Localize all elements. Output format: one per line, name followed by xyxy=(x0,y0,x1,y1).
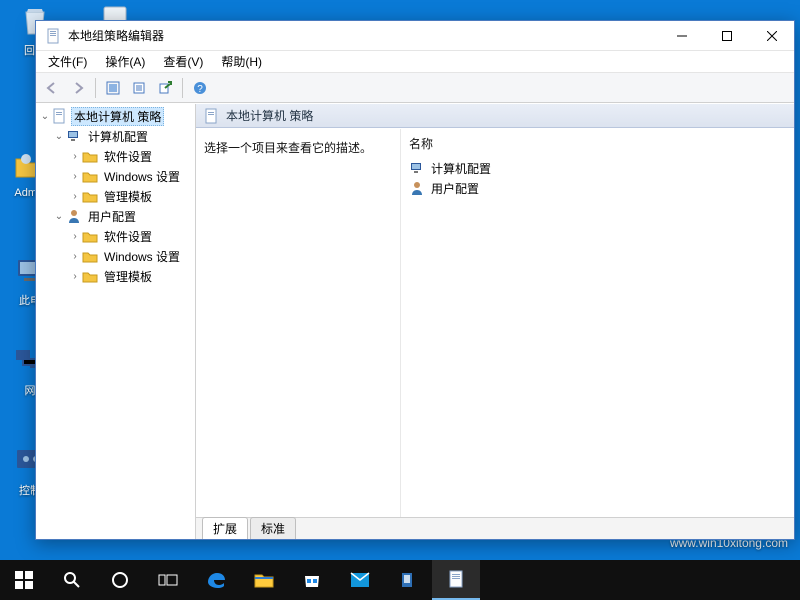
expand-toggle-icon[interactable]: ⌄ xyxy=(52,211,66,222)
tree-root[interactable]: ⌄ 本地计算机 策略 xyxy=(36,106,195,126)
list-column[interactable]: 名称 计算机配置 用户配置 xyxy=(401,129,794,517)
user-config-icon xyxy=(409,180,425,196)
close-button[interactable] xyxy=(749,21,794,50)
tree-label: 本地计算机 策略 xyxy=(71,107,164,126)
expand-toggle-icon[interactable]: › xyxy=(68,231,82,242)
description-column: 选择一个项目来查看它的描述。 xyxy=(196,129,401,517)
taskbar-taskview-button[interactable] xyxy=(144,560,192,600)
desktop-background: 回收 Admin 此电 网 控制 Win10之家 ww xyxy=(0,0,800,600)
toolbar: ? xyxy=(36,73,794,103)
tab-standard[interactable]: 标准 xyxy=(250,517,296,539)
content-pane: 本地计算机 策略 选择一个项目来查看它的描述。 名称 计算机配置 xyxy=(196,104,794,539)
list-item[interactable]: 计算机配置 xyxy=(409,158,786,178)
tree-label: Windows 设置 xyxy=(101,247,183,266)
content-tabs: 扩展 标准 xyxy=(196,517,794,539)
policy-doc-icon xyxy=(204,108,220,124)
toolbar-help-button[interactable]: ? xyxy=(188,76,212,100)
taskbar-explorer-button[interactable] xyxy=(240,560,288,600)
tree-user-config[interactable]: ⌄ 用户配置 xyxy=(36,206,195,226)
folder-icon xyxy=(82,228,98,244)
computer-config-icon xyxy=(409,160,425,176)
tree-label: 计算机配置 xyxy=(85,127,151,146)
toolbar-separator xyxy=(182,78,183,98)
policy-doc-icon xyxy=(52,108,68,124)
list-item-label: 计算机配置 xyxy=(431,160,491,177)
tree-windows-settings[interactable]: › Windows 设置 xyxy=(36,246,195,266)
list-header-name[interactable]: 名称 xyxy=(409,135,786,152)
desktop-icon-label: 网 xyxy=(25,385,36,397)
tree-admin-templates[interactable]: › 管理模板 xyxy=(36,186,195,206)
titlebar[interactable]: 本地组策略编辑器 xyxy=(36,21,794,51)
minimize-button[interactable] xyxy=(659,21,704,50)
expand-toggle-icon[interactable]: › xyxy=(68,271,82,282)
toolbar-properties-button[interactable] xyxy=(127,76,151,100)
taskbar-cortana-button[interactable] xyxy=(96,560,144,600)
taskbar-app-button[interactable] xyxy=(384,560,432,600)
tree-label: 用户配置 xyxy=(85,207,139,226)
expand-toggle-icon[interactable]: › xyxy=(68,251,82,262)
expand-toggle-icon[interactable]: › xyxy=(68,151,82,162)
expand-toggle-icon[interactable]: ⌄ xyxy=(52,131,66,142)
expand-toggle-icon[interactable]: › xyxy=(68,191,82,202)
folder-icon xyxy=(82,248,98,264)
list-item-label: 用户配置 xyxy=(431,180,479,197)
tree-software-settings[interactable]: › 软件设置 xyxy=(36,226,195,246)
description-text: 选择一个项目来查看它的描述。 xyxy=(204,139,392,156)
folder-icon xyxy=(82,148,98,164)
menu-action[interactable]: 操作(A) xyxy=(97,51,153,72)
menu-file[interactable]: 文件(F) xyxy=(40,51,95,72)
maximize-button[interactable] xyxy=(704,21,749,50)
taskbar-search-button[interactable] xyxy=(48,560,96,600)
toolbar-separator xyxy=(95,78,96,98)
taskbar-gpedit-button[interactable] xyxy=(432,560,480,600)
tree-label: 管理模板 xyxy=(101,187,155,206)
computer-config-icon xyxy=(66,128,82,144)
app-icon xyxy=(46,28,62,44)
expand-toggle-icon[interactable]: ⌄ xyxy=(38,111,52,122)
folder-icon xyxy=(82,188,98,204)
toolbar-export-button[interactable] xyxy=(153,76,177,100)
tree-pane[interactable]: ⌄ 本地计算机 策略 ⌄ 计算机配置 › 软件设置 › Win xyxy=(36,104,196,539)
gpedit-window: 本地组策略编辑器 文件(F) 操作(A) 查看(V) 帮助(H) ? xyxy=(35,20,795,540)
toolbar-forward-button[interactable] xyxy=(66,76,90,100)
tree-label: 软件设置 xyxy=(101,227,155,246)
folder-icon xyxy=(82,268,98,284)
content-header-title: 本地计算机 策略 xyxy=(226,107,313,124)
tree-label: Windows 设置 xyxy=(101,167,183,186)
tree-label: 软件设置 xyxy=(101,147,155,166)
content-header: 本地计算机 策略 xyxy=(196,104,794,128)
menu-view[interactable]: 查看(V) xyxy=(155,51,211,72)
taskbar-edge-button[interactable] xyxy=(192,560,240,600)
menu-help[interactable]: 帮助(H) xyxy=(213,51,270,72)
toolbar-up-button[interactable] xyxy=(101,76,125,100)
tab-extended[interactable]: 扩展 xyxy=(202,517,248,539)
window-title: 本地组策略编辑器 xyxy=(68,27,164,44)
tree-computer-config[interactable]: ⌄ 计算机配置 xyxy=(36,126,195,146)
toolbar-back-button[interactable] xyxy=(40,76,64,100)
taskbar-store-button[interactable] xyxy=(288,560,336,600)
user-config-icon xyxy=(66,208,82,224)
tree-windows-settings[interactable]: › Windows 设置 xyxy=(36,166,195,186)
start-button[interactable] xyxy=(0,560,48,600)
expand-toggle-icon[interactable]: › xyxy=(68,171,82,182)
taskbar[interactable] xyxy=(0,560,800,600)
tree-admin-templates[interactable]: › 管理模板 xyxy=(36,266,195,286)
menubar: 文件(F) 操作(A) 查看(V) 帮助(H) xyxy=(36,51,794,73)
svg-text:?: ? xyxy=(197,84,203,95)
tree-software-settings[interactable]: › 软件设置 xyxy=(36,146,195,166)
taskbar-mail-button[interactable] xyxy=(336,560,384,600)
tree-label: 管理模板 xyxy=(101,267,155,286)
list-item[interactable]: 用户配置 xyxy=(409,178,786,198)
folder-icon xyxy=(82,168,98,184)
